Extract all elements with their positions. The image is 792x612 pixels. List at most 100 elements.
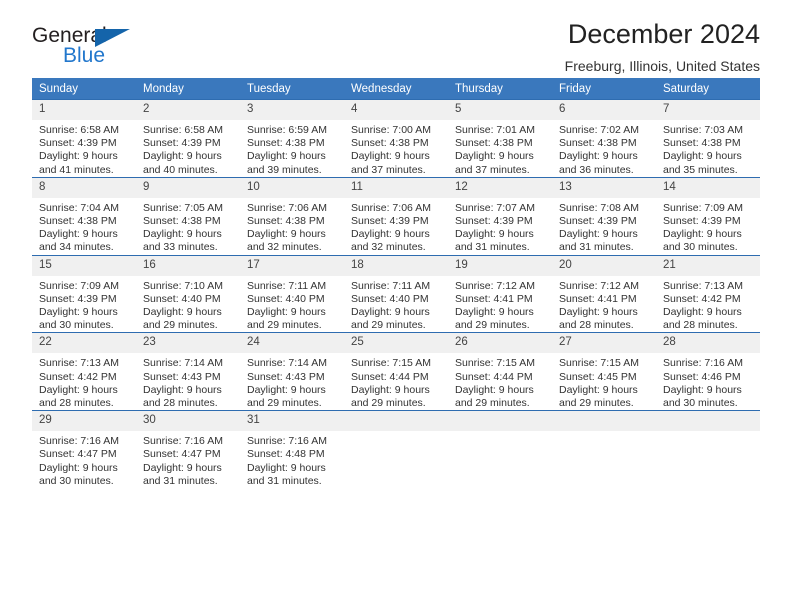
- sunset-text: Sunset: 4:44 PM: [351, 370, 429, 383]
- day-number: 4: [344, 100, 448, 120]
- day-number: 1: [32, 100, 136, 120]
- sunrise-text: Sunrise: 7:05 AM: [143, 201, 223, 214]
- daylight-text-line2: and 29 minutes.: [351, 397, 426, 410]
- daylight-text-line1: Daylight: 9 hours: [39, 228, 118, 241]
- sunset-text: Sunset: 4:45 PM: [559, 370, 637, 383]
- calendar-day-cell[interactable]: 18 Sunrise: 7:11 AM Sunset: 4:40 PM Dayligh…: [344, 254, 448, 333]
- calendar-body: 1 Sunrise: 6:58 AM Sunset: 4:39 PM Daylight…: [32, 99, 760, 489]
- calendar-day-cell[interactable]: 12 Sunrise: 7:07 AM Sunset: 4:39 PM Dayligh…: [448, 176, 552, 256]
- daylight-text-line2: and 29 minutes.: [143, 319, 218, 332]
- calendar-day-cell[interactable]: 29 Sunrise: 7:16 AM Sunset: 4:47 PM Dayligh…: [32, 410, 136, 489]
- sunset-text: Sunset: 4:40 PM: [143, 292, 221, 305]
- sunset-text: Sunset: 4:38 PM: [351, 137, 429, 150]
- day-details: [552, 431, 656, 435]
- daylight-text-line2: and 31 minutes.: [559, 241, 634, 254]
- calendar-day-cell[interactable]: 17 Sunrise: 7:11 AM Sunset: 4:40 PM Dayligh…: [240, 254, 344, 333]
- sunset-text: Sunset: 4:38 PM: [143, 215, 221, 228]
- day-details: Sunrise: 7:07 AM Sunset: 4:39 PM Daylight:…: [448, 198, 552, 255]
- day-details: Sunrise: 7:12 AM Sunset: 4:41 PM Daylight:…: [552, 276, 656, 333]
- day-details: Sunrise: 7:14 AM Sunset: 4:43 PM Daylight:…: [136, 353, 240, 410]
- calendar-day-cell[interactable]: 3 Sunrise: 6:59 AM Sunset: 4:38 PM Daylight…: [240, 99, 344, 178]
- calendar-day-cell[interactable]: 25 Sunrise: 7:15 AM Sunset: 4:44 PM Dayligh…: [344, 332, 448, 411]
- calendar-day-cell[interactable]: 28 Sunrise: 7:16 AM Sunset: 4:46 PM Dayligh…: [656, 332, 760, 411]
- sunset-text: Sunset: 4:39 PM: [455, 215, 533, 228]
- sunset-text: Sunset: 4:38 PM: [663, 137, 741, 150]
- sunset-text: Sunset: 4:47 PM: [39, 448, 117, 461]
- calendar-day-cell[interactable]: 27 Sunrise: 7:15 AM Sunset: 4:45 PM Dayligh…: [552, 332, 656, 411]
- daylight-text-line1: Daylight: 9 hours: [559, 306, 638, 319]
- day-number: 8: [32, 177, 136, 198]
- day-number: 31: [240, 411, 344, 432]
- calendar-day-cell[interactable]: 23 Sunrise: 7:14 AM Sunset: 4:43 PM Dayligh…: [136, 332, 240, 411]
- daylight-text-line1: Daylight: 9 hours: [663, 150, 742, 163]
- daylight-text-line1: Daylight: 9 hours: [39, 306, 118, 319]
- sunrise-text: Sunrise: 7:03 AM: [663, 124, 743, 136]
- sunset-text: Sunset: 4:39 PM: [39, 292, 117, 305]
- day-details: Sunrise: 7:04 AM Sunset: 4:38 PM Daylight:…: [32, 198, 136, 255]
- calendar-day-cell[interactable]: 13 Sunrise: 7:08 AM Sunset: 4:39 PM Dayligh…: [552, 176, 656, 256]
- calendar-day-cell[interactable]: 30 Sunrise: 7:16 AM Sunset: 4:47 PM Dayligh…: [136, 410, 240, 489]
- sunrise-text: Sunrise: 7:04 AM: [39, 201, 119, 214]
- sunset-text: Sunset: 4:38 PM: [39, 215, 117, 228]
- sunrise-text: Sunrise: 7:16 AM: [143, 435, 223, 448]
- calendar-day-cell[interactable]: 14 Sunrise: 7:09 AM Sunset: 4:39 PM Dayligh…: [656, 176, 760, 256]
- day-details: Sunrise: 7:06 AM Sunset: 4:38 PM Daylight:…: [240, 198, 344, 255]
- daylight-text-line2: and 30 minutes.: [663, 397, 738, 410]
- calendar-week-row: 1 Sunrise: 6:58 AM Sunset: 4:39 PM Daylight…: [32, 99, 760, 178]
- daylight-text-line1: Daylight: 9 hours: [143, 228, 222, 241]
- daylight-text-line1: Daylight: 9 hours: [247, 306, 326, 319]
- calendar-day-cell[interactable]: 10 Sunrise: 7:06 AM Sunset: 4:38 PM Dayligh…: [240, 176, 344, 256]
- calendar-day-cell[interactable]: 31 Sunrise: 7:16 AM Sunset: 4:48 PM Dayligh…: [240, 410, 344, 489]
- day-details: Sunrise: 7:15 AM Sunset: 4:44 PM Daylight:…: [448, 353, 552, 410]
- sunrise-text: Sunrise: 7:15 AM: [455, 357, 535, 370]
- sunset-text: Sunset: 4:38 PM: [247, 215, 325, 228]
- sunset-text: Sunset: 4:42 PM: [663, 292, 741, 305]
- daylight-text-line1: Daylight: 9 hours: [143, 461, 222, 474]
- calendar-day-cell[interactable]: 16 Sunrise: 7:10 AM Sunset: 4:40 PM Dayligh…: [136, 254, 240, 333]
- sunset-text: Sunset: 4:42 PM: [39, 370, 117, 383]
- day-details: Sunrise: 7:01 AM Sunset: 4:38 PM Daylight:…: [448, 120, 552, 177]
- sunrise-text: Sunrise: 7:12 AM: [455, 279, 535, 292]
- sunrise-text: Sunrise: 7:16 AM: [247, 435, 327, 448]
- calendar-day-cell[interactable]: 9 Sunrise: 7:05 AM Sunset: 4:38 PM Daylight…: [136, 176, 240, 256]
- sunrise-text: Sunrise: 7:16 AM: [39, 435, 119, 448]
- day-number: 14: [656, 177, 760, 198]
- calendar-day-cell[interactable]: 2 Sunrise: 6:58 AM Sunset: 4:39 PM Daylight…: [136, 99, 240, 178]
- day-number: [656, 411, 760, 432]
- day-details: Sunrise: 7:16 AM Sunset: 4:46 PM Daylight:…: [656, 353, 760, 410]
- daylight-text-line1: Daylight: 9 hours: [39, 383, 118, 396]
- day-number: 19: [448, 255, 552, 276]
- calendar-day-cell[interactable]: 6 Sunrise: 7:02 AM Sunset: 4:38 PM Daylight…: [552, 99, 656, 178]
- sunrise-text: Sunrise: 7:09 AM: [39, 279, 119, 292]
- calendar-day-cell[interactable]: 7 Sunrise: 7:03 AM Sunset: 4:38 PM Daylight…: [656, 99, 760, 178]
- calendar-day-cell[interactable]: 15 Sunrise: 7:09 AM Sunset: 4:39 PM Dayligh…: [32, 254, 136, 333]
- calendar-day-cell[interactable]: 5 Sunrise: 7:01 AM Sunset: 4:38 PM Daylight…: [448, 99, 552, 178]
- sunset-text: Sunset: 4:39 PM: [559, 215, 637, 228]
- calendar-day-cell[interactable]: 24 Sunrise: 7:14 AM Sunset: 4:43 PM Dayligh…: [240, 332, 344, 411]
- sunset-text: Sunset: 4:44 PM: [455, 370, 533, 383]
- daylight-text-line1: Daylight: 9 hours: [455, 306, 534, 319]
- calendar-day-cell[interactable]: 1 Sunrise: 6:58 AM Sunset: 4:39 PM Daylight…: [32, 99, 136, 178]
- calendar-day-cell[interactable]: 21 Sunrise: 7:13 AM Sunset: 4:42 PM Dayligh…: [656, 254, 760, 333]
- daylight-text-line2: and 28 minutes.: [39, 397, 114, 410]
- calendar-day-cell[interactable]: 19 Sunrise: 7:12 AM Sunset: 4:41 PM Dayligh…: [448, 254, 552, 333]
- calendar-day-cell[interactable]: 20 Sunrise: 7:12 AM Sunset: 4:41 PM Dayligh…: [552, 254, 656, 333]
- calendar-day-cell[interactable]: 26 Sunrise: 7:15 AM Sunset: 4:44 PM Dayligh…: [448, 332, 552, 411]
- daylight-text-line2: and 31 minutes.: [247, 474, 322, 487]
- calendar-day-cell[interactable]: 11 Sunrise: 7:06 AM Sunset: 4:39 PM Dayligh…: [344, 176, 448, 256]
- page-title: December 2024: [567, 19, 760, 49]
- weekday-header-monday: Monday: [136, 78, 240, 100]
- day-number: 28: [656, 333, 760, 354]
- daylight-text-line1: Daylight: 9 hours: [663, 383, 742, 396]
- daylight-text-line2: and 30 minutes.: [39, 319, 114, 332]
- calendar-day-cell[interactable]: 22 Sunrise: 7:13 AM Sunset: 4:42 PM Dayligh…: [32, 332, 136, 411]
- calendar-day-cell[interactable]: 4 Sunrise: 7:00 AM Sunset: 4:38 PM Daylight…: [344, 99, 448, 178]
- sunrise-text: Sunrise: 6:58 AM: [143, 124, 223, 136]
- day-details: Sunrise: 7:11 AM Sunset: 4:40 PM Daylight:…: [240, 276, 344, 333]
- day-details: Sunrise: 7:06 AM Sunset: 4:39 PM Daylight:…: [344, 198, 448, 255]
- daylight-text-line2: and 37 minutes.: [455, 163, 530, 176]
- calendar-day-cell[interactable]: 8 Sunrise: 7:04 AM Sunset: 4:38 PM Daylight…: [32, 176, 136, 256]
- daylight-text-line2: and 30 minutes.: [39, 474, 114, 487]
- sunrise-text: Sunrise: 7:02 AM: [559, 124, 639, 136]
- sunrise-text: Sunrise: 6:59 AM: [247, 124, 327, 136]
